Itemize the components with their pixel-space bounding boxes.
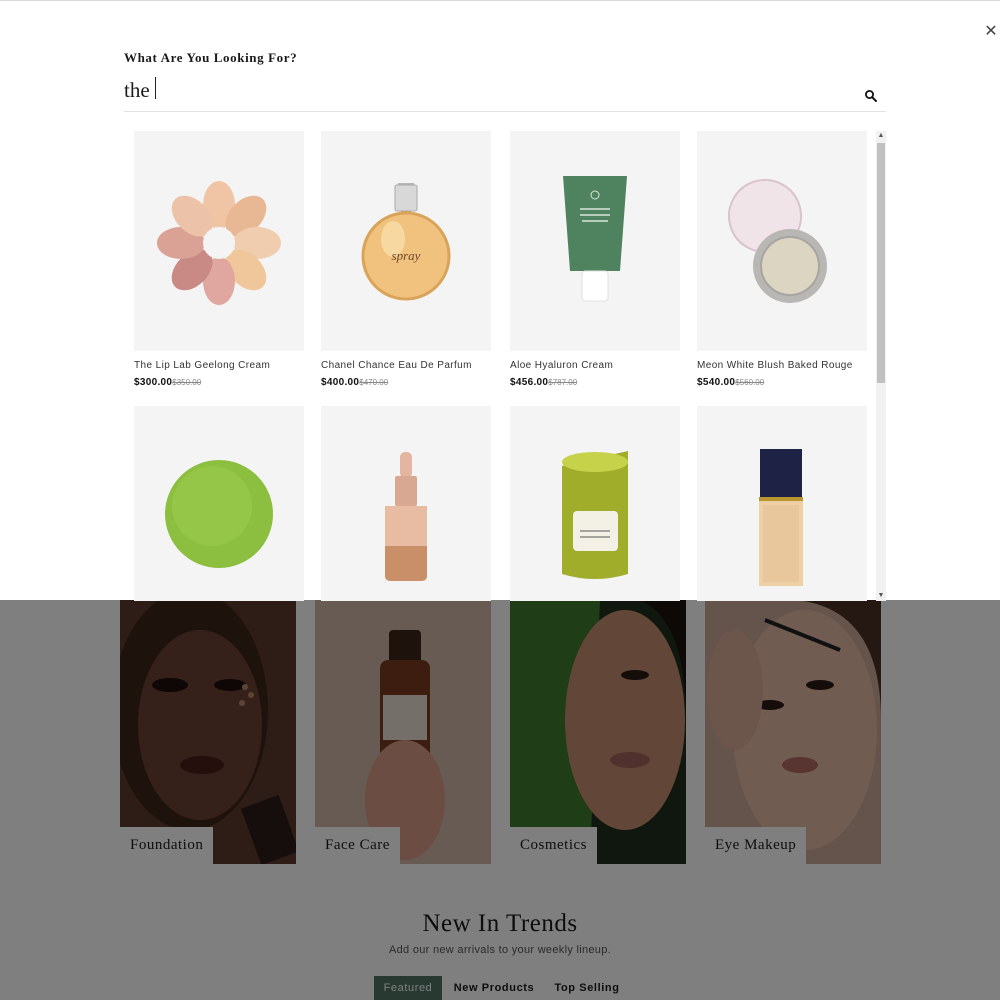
product-card[interactable]: Meon White Blush Baked Rouge $540.00$560… <box>697 131 867 388</box>
price-old: $560.00 <box>735 378 765 387</box>
text-caret <box>155 77 156 99</box>
product-name[interactable]: Meon White Blush Baked Rouge <box>697 360 867 371</box>
product-card[interactable]: The Lip Lab Geelong Cream $300.00$350.00 <box>134 131 304 388</box>
product-price: $456.00$787.00 <box>510 377 680 388</box>
search-results: The Lip Lab Geelong Cream $300.00$350.00… <box>124 131 876 601</box>
product-image[interactable] <box>697 131 867 351</box>
search-underline <box>124 111 886 112</box>
green-powder-image <box>165 460 273 568</box>
search-icon[interactable] <box>864 89 878 103</box>
product-card[interactable]: Aloe Hyaluron Cream $456.00$787.00 <box>510 131 680 388</box>
chevron-up-icon[interactable]: ▲ <box>876 131 886 141</box>
search-panel: ✕ What Are You Looking For? the The Lip … <box>0 0 1000 601</box>
product-card[interactable] <box>321 406 491 601</box>
green-tube-image <box>563 176 627 302</box>
price-current: $456.00 <box>510 377 549 388</box>
product-name[interactable]: Aloe Hyaluron Cream <box>510 360 680 371</box>
price-old: $787.00 <box>548 378 578 387</box>
price-current: $540.00 <box>697 377 736 388</box>
price-old: $350.00 <box>172 378 202 387</box>
scrollbar-thumb[interactable] <box>877 143 885 383</box>
price-old: $470.00 <box>359 378 389 387</box>
close-icon[interactable]: ✕ <box>982 23 1000 41</box>
product-price: $540.00$560.00 <box>697 377 867 388</box>
search-input[interactable] <box>124 73 859 107</box>
candle-jar-image <box>562 451 628 579</box>
flower-swatch-image <box>157 181 281 305</box>
product-card[interactable] <box>134 406 304 601</box>
product-price: $300.00$350.00 <box>134 377 304 388</box>
foundation-bottle-image <box>759 449 803 586</box>
product-card[interactable] <box>510 406 680 601</box>
search-heading: What Are You Looking For? <box>124 50 298 65</box>
product-image[interactable] <box>510 406 680 601</box>
product-card[interactable]: spray Chanel Chance Eau De Parfum $400.0… <box>321 131 491 388</box>
product-image[interactable] <box>510 131 680 351</box>
product-image[interactable] <box>134 406 304 601</box>
product-image[interactable] <box>134 131 304 351</box>
product-name[interactable]: Chanel Chance Eau De Parfum <box>321 360 491 371</box>
product-price: $400.00$470.00 <box>321 377 491 388</box>
bottle-label-text: spray <box>391 248 421 263</box>
dropper-bottle-image <box>385 452 427 581</box>
product-name[interactable]: The Lip Lab Geelong Cream <box>134 360 304 371</box>
results-scrollbar[interactable]: ▲ ▼ <box>876 131 886 601</box>
price-current: $300.00 <box>134 377 173 388</box>
product-image[interactable]: spray <box>321 131 491 351</box>
price-current: $400.00 <box>321 377 360 388</box>
product-image[interactable] <box>321 406 491 601</box>
compact-powder-image <box>728 179 827 303</box>
product-image[interactable] <box>697 406 867 601</box>
perfume-bottle-image <box>361 183 451 301</box>
product-card[interactable] <box>697 406 867 601</box>
chevron-down-icon[interactable]: ▼ <box>876 591 886 601</box>
